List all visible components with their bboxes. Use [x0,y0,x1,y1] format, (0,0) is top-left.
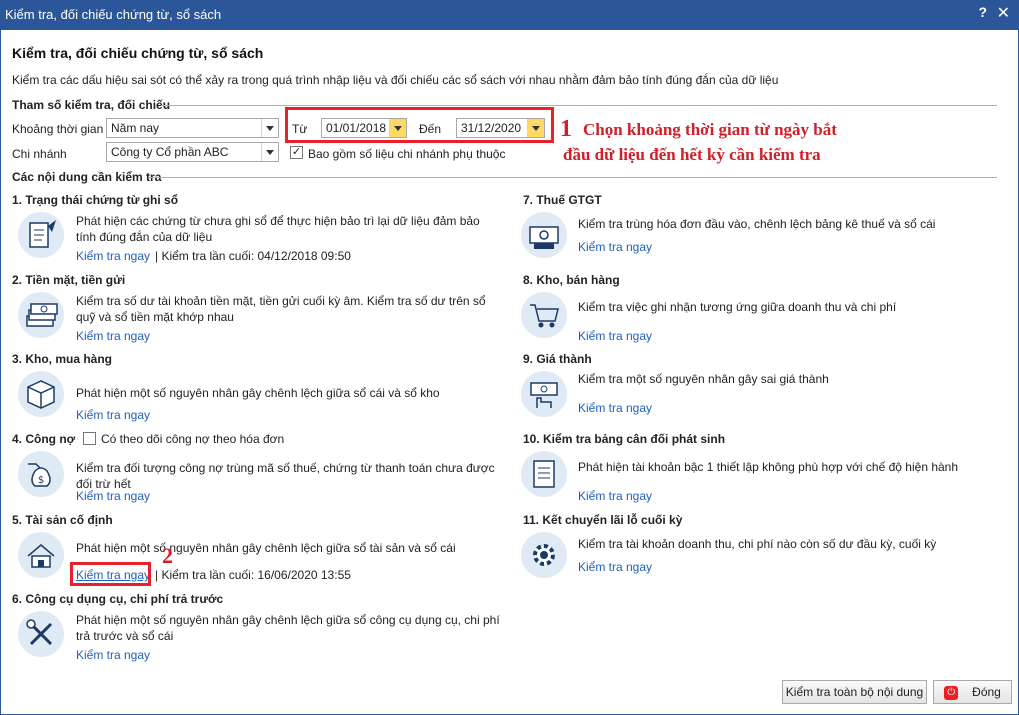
check-all-button[interactable]: Kiểm tra toàn bộ nội dung [782,680,927,704]
item-11-description: Kiểm tra tài khoản doanh thu, chi phí nà… [578,537,937,551]
chevron-down-icon[interactable] [261,119,278,137]
item-1-title: 1. Trạng thái chứng từ ghi sổ [12,193,179,207]
document-quill-icon [18,212,64,258]
period-select[interactable]: Năm nay [106,118,279,138]
item-8-title: 8. Kho, bán hàng [523,273,620,287]
balance-sheet-icon [521,451,567,497]
check-now-link-8[interactable]: Kiểm tra ngay [578,329,652,343]
annotation-number-1: 1 [560,116,572,142]
item-9-title: 9. Giá thành [523,352,592,366]
item-3-description: Phát hiện một số nguyên nhân gây chênh l… [76,386,440,400]
item-7-title: 7. Thuế GTGT [523,193,602,207]
package-box-icon [18,371,64,417]
gear-document-icon [521,532,567,578]
check-now-link-3[interactable]: Kiểm tra ngay [76,408,150,422]
window-title: Kiểm tra, đối chiếu chứng từ, sổ sách [5,7,222,22]
item-10-description: Phát hiện tài khoản bậc 1 thiết lập khôn… [578,460,959,474]
content-divider [149,177,997,178]
item-2-description: Kiểm tra số dư tài khoản tiền mặt, tiền … [76,294,486,324]
close-button[interactable]: ⏻ Đóng [933,680,1012,704]
item-4-title: 4. Công nợ [12,432,76,446]
item-6-title: 6. Công cụ dụng cụ, chi phí trả trước [12,592,224,606]
item-6-description: Phát hiện một số nguyên nhân gây chênh l… [76,613,500,643]
annotation-text-line2: đầu dữ liệu đến hết kỳ cần kiểm tra [563,145,821,164]
money-stack-icon [18,292,64,338]
item-2-title: 2. Tiền mặt, tiền gửi [12,273,126,287]
highlight-date-range [285,107,554,143]
close-icon[interactable]: ✕ [997,3,1010,23]
check-now-link-11[interactable]: Kiểm tra ngay [578,560,652,574]
track-debt-by-invoice-checkbox[interactable] [83,432,96,445]
item-8-description: Kiểm tra việc ghi nhận tương ứng giữa do… [578,300,897,314]
dialog-body: Kiểm tra, đối chiếu chứng từ, sổ sách Ki… [0,30,1019,715]
annotation-text-line1: Chọn khoảng thời gian từ ngày bắt [583,120,837,139]
item-5-title: 5. Tài sản cố định [12,513,113,527]
power-icon: ⏻ [944,685,959,700]
item-5-description: Phát hiện một số nguyên nhân gây chênh l… [76,541,456,555]
item-4-description: Kiểm tra đối tượng công nợ trùng mã số t… [76,461,495,491]
tax-invoice-icon [521,212,567,258]
item-7-description: Kiểm tra trùng hóa đơn đầu vào, chênh lệ… [578,217,936,231]
help-icon[interactable]: ? [978,4,987,20]
svg-text:$: $ [38,475,44,486]
item-11-title: 11. Kết chuyển lãi lỗ cuối kỳ [523,513,683,527]
content-section-title: Các nội dung cần kiểm tra [12,170,162,184]
close-button-label: Đóng [972,685,1001,699]
include-branch-checkbox[interactable]: ✓ [290,146,303,159]
include-branch-label: Bao gồm số liệu chi nhánh phụ thuộc [308,147,506,161]
item-5-last-check: | Kiểm tra lần cuối: 16/06/2020 13:55 [155,568,351,582]
highlight-check-now-5 [70,562,151,586]
branch-label: Chi nhánh [12,147,67,161]
shopping-cart-icon [521,292,567,338]
period-label: Khoảng thời gian [12,122,104,136]
check-now-link-4[interactable]: Kiểm tra ngay [76,489,150,503]
check-now-link-10[interactable]: Kiểm tra ngay [578,489,652,503]
hand-money-icon [521,371,567,417]
branch-value: Công ty Cổ phần ABC [111,145,229,159]
check-now-link-9[interactable]: Kiểm tra ngay [578,401,652,415]
branch-select[interactable]: Công ty Cổ phần ABC [106,142,279,162]
page-description: Kiểm tra các dấu hiệu sai sót có thể xảy… [12,73,779,87]
item-1-description: Phát hiện các chứng từ chưa ghi sổ để th… [76,214,480,244]
tools-icon [18,611,64,657]
track-debt-by-invoice-label: Có theo dõi công nợ theo hóa đơn [101,432,285,446]
check-now-link-7[interactable]: Kiểm tra ngay [578,240,652,254]
params-section-title: Tham số kiểm tra, đối chiếu [12,98,171,112]
check-now-link-6[interactable]: Kiểm tra ngay [76,648,150,662]
annotation-number-2: 2 [162,543,173,568]
item-3-title: 3. Kho, mua hàng [12,352,113,366]
item-1-last-check: | Kiểm tra lần cuối: 04/12/2018 09:50 [155,249,351,263]
check-now-link-1[interactable]: Kiểm tra ngay [76,249,150,263]
check-now-link-2[interactable]: Kiểm tra ngay [76,329,150,343]
chevron-down-icon[interactable] [261,143,278,161]
item-10-title: 10. Kiểm tra bảng cân đối phát sinh [523,432,726,446]
window-titlebar: Kiểm tra, đối chiếu chứng từ, sổ sách ? … [0,0,1019,30]
period-value: Năm nay [111,121,160,135]
page-title: Kiểm tra, đối chiếu chứng từ, sổ sách [12,45,264,61]
item-9-description: Kiểm tra một số nguyên nhân gây sai giá … [578,372,829,386]
money-bag-hand-icon: $ [18,451,64,497]
params-divider [161,105,997,106]
house-asset-icon [18,532,64,578]
